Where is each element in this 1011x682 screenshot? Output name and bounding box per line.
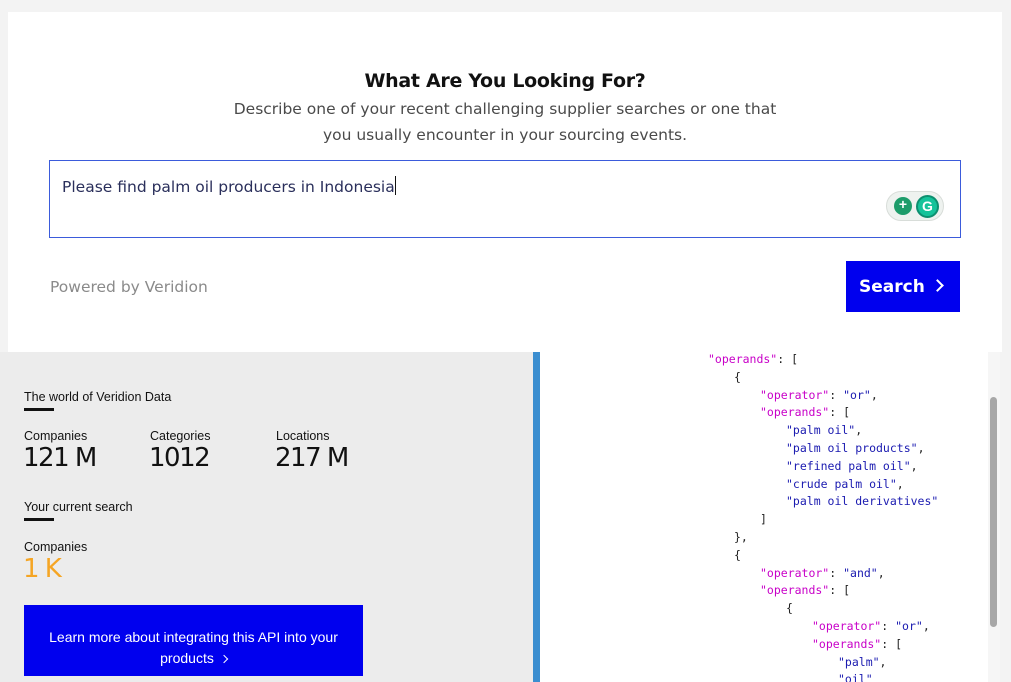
scrollbar-thumb[interactable] [990,397,997,627]
json-punctuation: , [896,476,904,491]
code-line: "operator": "and", [760,566,885,580]
code-line: "operands": [ [812,637,902,651]
cta-line-1: Learn more about integrating this API in… [49,628,338,645]
code-line: "palm", [838,655,886,669]
json-string: "oil" [838,672,873,682]
json-punctuation: { [734,369,741,384]
json-string: "palm oil products" [786,441,918,455]
json-punctuation: : [ [777,352,799,366]
current-search-heading: Your current search [24,500,133,514]
chevron-right-icon [219,654,229,663]
search-input[interactable]: Please find palm oil producers in Indone… [49,160,961,238]
categories-label: Categories [150,429,211,443]
text-caret [394,176,396,195]
learn-more-api-button[interactable]: Learn more about integrating this API in… [24,605,363,676]
json-punctuation: , [870,387,878,402]
powered-by-label: Powered by Veridion [50,278,208,296]
json-punctuation: : [ [829,405,851,420]
search-card: What Are You Looking For? Describe one o… [8,12,1002,352]
json-punctuation: , [855,423,863,438]
subtitle-line-1: Describe one of your recent challenging … [233,100,777,118]
chevron-right-icon [931,279,944,292]
page-title: What Are You Looking For? [364,70,646,92]
search-button-label: Search [859,276,925,297]
json-key: "operands" [812,636,882,651]
code-line: "operands": [ [760,405,850,419]
heading-underline [24,518,54,521]
companies-label: Companies [24,429,88,443]
code-line: "crude palm oil", [786,477,904,491]
code-line: { [734,548,741,562]
code-line: "palm oil derivatives" [786,494,938,508]
json-string: "palm oil derivatives" [786,494,939,509]
search-value: Please find palm oil producers in Indone… [62,178,395,196]
json-punctuation: : [881,619,896,633]
page-subtitle: Describe one of your recent challenging … [208,96,802,148]
json-punctuation: { [786,601,793,616]
json-string: "crude palm oil" [786,476,897,491]
lightbulb-icon[interactable] [894,196,912,215]
panel-divider[interactable] [533,352,540,682]
search-input-text[interactable]: Please find palm oil producers in Indone… [62,176,396,196]
json-punctuation: }, [734,530,748,544]
json-key: "operator" [760,565,830,580]
code-line: ] [760,512,767,526]
json-punctuation: , [910,458,918,473]
json-punctuation: { [734,547,741,562]
stats-panel: The world of Veridion Data Companies 121… [0,352,533,682]
json-string: "palm oil" [786,423,856,438]
json-punctuation: , [877,565,885,580]
code-line: "operator": "or", [760,388,878,402]
json-key: "operands" [708,352,778,366]
json-punctuation: : [ [829,583,851,598]
json-key: "operands" [760,583,830,598]
code-line: "operands": [ [708,352,798,366]
heading-underline [24,408,54,411]
code-line: "oil" [838,672,873,682]
json-key: "operands" [760,405,830,420]
json-punctuation: : [829,565,844,580]
code-line: "operands": [ [760,583,850,597]
subtitle-line-2: you usually encounter in your sourcing e… [322,126,688,144]
json-query-panel: "operands": [{"operator": "or", "operands… [540,352,1000,682]
json-punctuation: ] [760,512,767,527]
world-data-heading: The world of Veridion Data [24,390,172,404]
categories-value: 1012 [149,443,211,473]
code-line: { [786,601,793,615]
json-punctuation: , [922,619,930,633]
code-line: "refined palm oil", [786,459,918,473]
json-key: "operator" [760,387,830,402]
json-string: "refined palm oil" [786,458,911,473]
cta-line-2-text: products [160,649,214,666]
locations-label: Locations [276,429,330,443]
search-button[interactable]: Search [846,261,960,312]
code-line: "palm oil products", [786,441,925,455]
cta-line-2: products [24,648,363,669]
current-companies-label: Companies [24,540,88,554]
grammarly-icon[interactable] [916,195,939,218]
locations-value: 217 M [275,443,349,473]
json-string: "palm" [838,654,880,669]
json-string: "or" [895,619,923,633]
json-key: "operator" [812,619,882,633]
code-line: "operator": "or", [812,619,930,633]
json-punctuation: , [917,441,925,455]
json-string: "or" [843,387,871,402]
json-punctuation: , [879,654,887,669]
writing-assistant-widget[interactable] [886,191,944,221]
code-line: { [734,370,741,384]
json-punctuation: : [829,387,844,402]
json-string: "and" [843,565,878,580]
current-companies-value: 1 K [23,554,62,584]
companies-value: 121 M [23,443,97,473]
json-punctuation: : [ [881,636,903,651]
code-line: }, [734,530,748,544]
code-line: "palm oil", [786,423,862,437]
